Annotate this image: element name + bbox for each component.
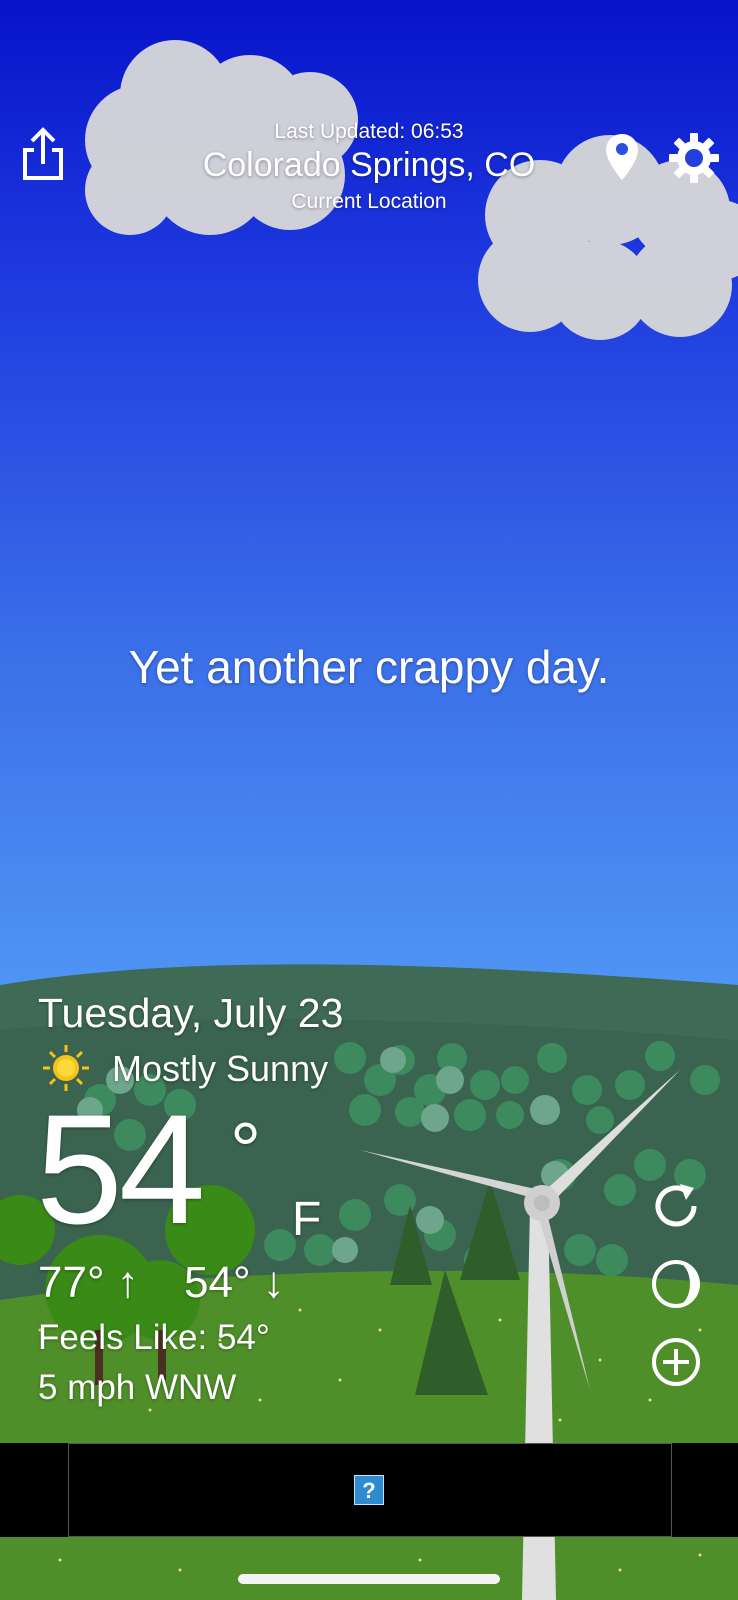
- current-temperature: 54: [36, 1083, 206, 1257]
- degree-symbol: °: [230, 1106, 262, 1194]
- map-pin-icon[interactable]: [604, 132, 640, 182]
- home-indicator[interactable]: [238, 1574, 500, 1584]
- gear-icon[interactable]: [668, 132, 720, 184]
- date-label: Tuesday, July 23: [38, 990, 344, 1036]
- tagline: Yet another crappy day.: [128, 641, 610, 693]
- add-icon[interactable]: [650, 1336, 702, 1388]
- low-temperature: 54° ↓: [184, 1258, 285, 1307]
- temperature-unit[interactable]: F: [292, 1192, 321, 1247]
- moon-icon[interactable]: [650, 1258, 702, 1310]
- feels-like: Feels Like: 54°: [38, 1318, 270, 1357]
- landscape-illustration: [0, 40, 738, 1600]
- refresh-icon[interactable]: [650, 1180, 702, 1232]
- ad-placeholder-icon[interactable]: ?: [354, 1475, 384, 1505]
- location-label: Current Location: [291, 190, 447, 213]
- wind-speed: 5 mph WNW: [38, 1368, 237, 1407]
- high-temperature: 77° ↑: [38, 1258, 139, 1307]
